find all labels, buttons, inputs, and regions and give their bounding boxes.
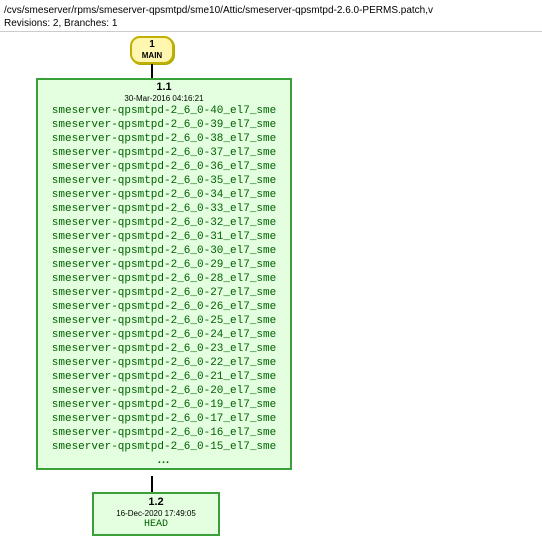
- revision-tag: smeserver-qpsmtpd-2_6_0-17_el7_sme: [38, 412, 290, 426]
- revision-tag: smeserver-qpsmtpd-2_6_0-30_el7_sme: [38, 244, 290, 258]
- revision-node-1.1[interactable]: 1.1 30-Mar-2016 04:16:21 smeserver-qpsmt…: [36, 78, 292, 470]
- revision-tag: smeserver-qpsmtpd-2_6_0-22_el7_sme: [38, 356, 290, 370]
- revision-node-1.2[interactable]: 1.2 16-Dec-2020 17:49:05 HEAD: [92, 492, 220, 536]
- revision-tag: smeserver-qpsmtpd-2_6_0-25_el7_sme: [38, 314, 290, 328]
- revision-title: 1.1: [38, 81, 290, 94]
- cvs-graph-canvas: /cvs/smeserver/rpms/smeserver-qpsmtpd/sm…: [0, 0, 542, 543]
- revision-tag: smeserver-qpsmtpd-2_6_0-38_el7_sme: [38, 132, 290, 146]
- revision-tag: smeserver-qpsmtpd-2_6_0-36_el7_sme: [38, 160, 290, 174]
- revision-tag: smeserver-qpsmtpd-2_6_0-27_el7_sme: [38, 286, 290, 300]
- branch-number: 1: [132, 38, 172, 51]
- revision-tag: smeserver-qpsmtpd-2_6_0-39_el7_sme: [38, 118, 290, 132]
- revision-tag: smeserver-qpsmtpd-2_6_0-40_el7_sme: [38, 104, 290, 118]
- revision-tag: smeserver-qpsmtpd-2_6_0-31_el7_sme: [38, 230, 290, 244]
- revision-date: 16-Dec-2020 17:49:05: [94, 509, 218, 519]
- revision-tag: smeserver-qpsmtpd-2_6_0-16_el7_sme: [38, 426, 290, 440]
- revision-tag: smeserver-qpsmtpd-2_6_0-33_el7_sme: [38, 202, 290, 216]
- revision-tag: smeserver-qpsmtpd-2_6_0-28_el7_sme: [38, 272, 290, 286]
- revision-tag: smeserver-qpsmtpd-2_6_0-19_el7_sme: [38, 398, 290, 412]
- branch-name: MAIN: [132, 51, 172, 61]
- file-path: /cvs/smeserver/rpms/smeserver-qpsmtpd/sm…: [4, 5, 433, 16]
- revision-tag: smeserver-qpsmtpd-2_6_0-23_el7_sme: [38, 342, 290, 356]
- revision-tag: smeserver-qpsmtpd-2_6_0-32_el7_sme: [38, 216, 290, 230]
- revision-tag: smeserver-qpsmtpd-2_6_0-34_el7_sme: [38, 188, 290, 202]
- revision-tag: smeserver-qpsmtpd-2_6_0-15_el7_sme: [38, 440, 290, 454]
- revision-tag: smeserver-qpsmtpd-2_6_0-24_el7_sme: [38, 328, 290, 342]
- revision-tag-list: smeserver-qpsmtpd-2_6_0-40_el7_smesmeser…: [38, 104, 290, 454]
- revision-date: 30-Mar-2016 04:16:21: [38, 94, 290, 104]
- revision-tag: smeserver-qpsmtpd-2_6_0-37_el7_sme: [38, 146, 290, 160]
- revision-tag: smeserver-qpsmtpd-2_6_0-29_el7_sme: [38, 258, 290, 272]
- connector-11-to-12: [151, 476, 153, 492]
- connector-main-to-11: [151, 64, 153, 78]
- tags-ellipsis: ...: [38, 454, 290, 466]
- revision-tag: smeserver-qpsmtpd-2_6_0-21_el7_sme: [38, 370, 290, 384]
- revision-tag: smeserver-qpsmtpd-2_6_0-35_el7_sme: [38, 174, 290, 188]
- branch-node-main[interactable]: 1 MAIN: [130, 36, 174, 64]
- revision-tag: smeserver-qpsmtpd-2_6_0-26_el7_sme: [38, 300, 290, 314]
- revision-head: HEAD: [94, 519, 218, 531]
- revision-title: 1.2: [94, 496, 218, 509]
- revisions-summary: Revisions: 2, Branches: 1: [4, 18, 117, 29]
- header-divider: [0, 31, 542, 32]
- revision-tag: smeserver-qpsmtpd-2_6_0-20_el7_sme: [38, 384, 290, 398]
